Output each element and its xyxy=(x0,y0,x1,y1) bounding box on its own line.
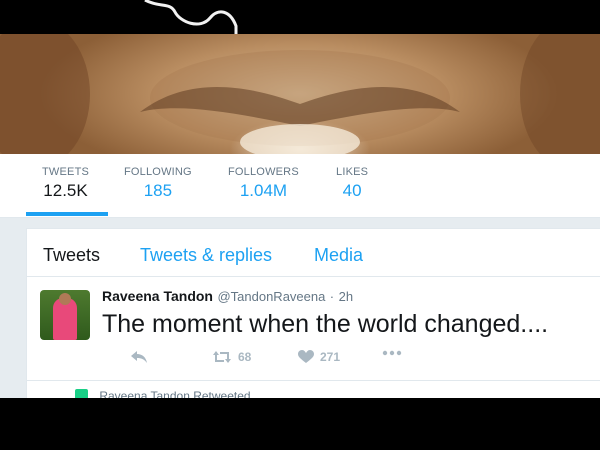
like-button[interactable]: 271 xyxy=(298,350,340,364)
stat-value: 40 xyxy=(342,181,362,200)
more-dots-icon xyxy=(382,350,402,356)
timeline-tabs: Tweets Tweets & replies Media xyxy=(27,229,600,277)
like-count: 271 xyxy=(320,350,341,364)
avatar-head xyxy=(59,293,71,305)
stat-value: 12.5K xyxy=(43,181,88,200)
cable-graphic xyxy=(144,0,238,34)
active-stat-indicator xyxy=(26,212,108,216)
stat-following[interactable]: FOLLOWING 185 xyxy=(124,166,192,201)
bottom-black-bar xyxy=(0,398,600,450)
tweet-separator: · xyxy=(329,289,335,304)
tab-tweets-replies[interactable]: Tweets & replies xyxy=(140,245,272,266)
tweet-timestamp[interactable]: 2h xyxy=(339,289,353,304)
stat-label: FOLLOWING xyxy=(124,166,192,178)
avatar[interactable] xyxy=(40,290,90,340)
stat-followers[interactable]: FOLLOWERS 1.04M xyxy=(228,166,299,201)
stat-label: LIKES xyxy=(336,166,369,178)
stat-value: 1.04M xyxy=(239,181,288,200)
stat-likes[interactable]: LIKES 40 xyxy=(336,166,368,201)
heart-icon xyxy=(298,350,314,363)
stat-label: FOLLOWERS xyxy=(228,166,299,178)
stat-tweets[interactable]: TWEETS 12.5K xyxy=(42,166,89,201)
tweet-text: The moment when the world changed.... xyxy=(102,310,549,338)
tweet-header: Raveena Tandon @TandonRaveena · 2h xyxy=(102,288,353,306)
header-photo xyxy=(0,34,600,154)
tweet-item[interactable]: Raveena Tandon @TandonRaveena · 2h The m… xyxy=(27,277,600,381)
tab-media[interactable]: Media xyxy=(314,245,363,266)
retweet-button[interactable]: 68 xyxy=(212,350,251,364)
profile-header-image xyxy=(0,34,600,154)
profile-stats-bar: TWEETS 12.5K FOLLOWING 185 FOLLOWERS 1.0… xyxy=(0,154,600,218)
stat-label: TWEETS xyxy=(42,166,90,178)
retweet-icon xyxy=(213,351,231,363)
timeline-card: Tweets Tweets & replies Media Raveena Ta… xyxy=(26,228,600,399)
tweet-author-handle[interactable]: @TandonRaveena xyxy=(217,289,325,304)
tweet-author-name[interactable]: Raveena Tandon xyxy=(102,288,213,304)
stat-value: 185 xyxy=(143,181,173,200)
tab-tweets[interactable]: Tweets xyxy=(43,245,100,266)
tweet-actions: 68 271 xyxy=(102,350,502,370)
retweet-count: 68 xyxy=(238,350,252,364)
more-options-button[interactable] xyxy=(382,350,402,356)
reply-button[interactable] xyxy=(130,350,148,364)
top-black-bar xyxy=(0,0,600,34)
reply-icon xyxy=(131,351,147,363)
